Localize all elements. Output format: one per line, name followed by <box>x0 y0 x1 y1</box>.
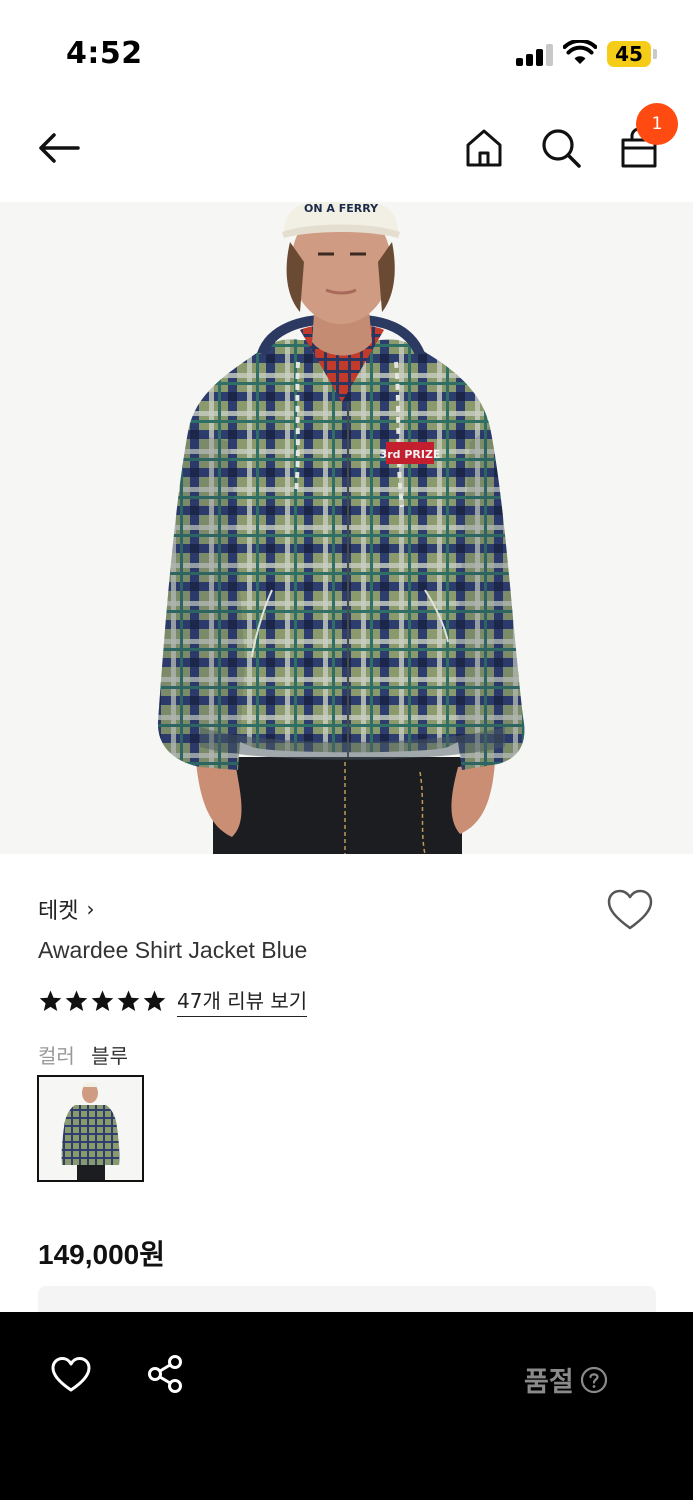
status-bar: 4:52 45 <box>0 0 693 100</box>
color-label: 컬러 <box>38 1044 75 1068</box>
battery-icon: 45 <box>607 41 657 67</box>
review-link[interactable]: 47개 리뷰 보기 <box>177 985 308 1017</box>
bottom-action-bar: 품절 <box>0 1312 693 1500</box>
color-swatch[interactable] <box>37 1075 144 1182</box>
price: 149,000원 <box>38 1239 165 1270</box>
back-arrow-icon[interactable] <box>36 128 82 168</box>
chevron-right-icon: › <box>86 897 95 921</box>
swatch-thumbnail <box>39 1077 142 1180</box>
cap-text: ON A FERRY <box>304 202 379 215</box>
star-icon <box>143 990 166 1011</box>
heart-icon[interactable] <box>606 888 654 934</box>
top-nav-bar: 1 <box>0 100 693 202</box>
star-icon <box>91 990 114 1011</box>
battery-level: 45 <box>607 41 651 67</box>
search-icon[interactable] <box>539 126 583 170</box>
sold-out-label: 품절 <box>524 1367 574 1398</box>
star-icon <box>65 990 88 1011</box>
wifi-icon <box>563 40 597 64</box>
share-icon[interactable] <box>146 1354 184 1394</box>
product-name: Awardee Shirt Jacket Blue <box>38 937 308 963</box>
home-icon[interactable] <box>462 126 506 170</box>
product-image[interactable]: 3rd PRIZE ON A FERRY <box>0 202 693 854</box>
brand-name: 테켓 <box>38 899 79 924</box>
cart-count-badge: 1 <box>636 103 678 145</box>
patch-text: 3rd PRIZE <box>380 448 441 461</box>
signal-icon <box>516 44 554 66</box>
heart-icon[interactable] <box>50 1356 92 1394</box>
help-circle-icon[interactable] <box>580 1366 608 1394</box>
star-icon <box>117 990 140 1011</box>
status-time: 4:52 <box>66 36 143 71</box>
star-icon <box>39 990 62 1011</box>
rating-row: 47개 리뷰 보기 <box>38 985 308 1017</box>
color-value: 블루 <box>91 1044 128 1068</box>
color-row: 컬러 블루 <box>38 1040 128 1069</box>
rating-stars <box>38 989 167 1013</box>
sold-out-status[interactable]: 품절 <box>524 1360 608 1399</box>
brand-link[interactable]: 테켓 › <box>38 893 94 925</box>
product-photo: 3rd PRIZE ON A FERRY <box>0 202 693 854</box>
